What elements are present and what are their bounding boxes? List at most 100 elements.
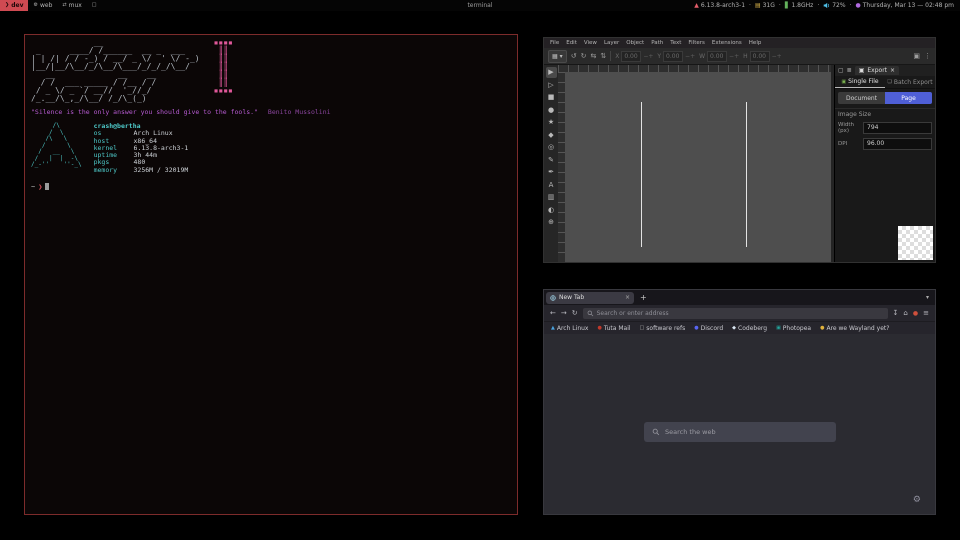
selector-tool-icon[interactable]: ▶ bbox=[546, 67, 557, 78]
pen-tool-icon[interactable]: ✒ bbox=[546, 167, 557, 178]
pencil-tool-icon[interactable]: ✎ bbox=[546, 155, 557, 166]
welcome-ascii-art: __ _ ____/ /______ __ _ ___ | | /| / / -… bbox=[31, 39, 200, 103]
inkscape-window[interactable]: File Edit View Layer Object Path Text Fi… bbox=[543, 37, 936, 263]
home-button[interactable]: ⌂ bbox=[903, 309, 907, 317]
gradient-tool-icon[interactable]: ▥ bbox=[546, 192, 557, 203]
forward-button[interactable]: → bbox=[561, 309, 567, 317]
shell-prompt[interactable]: ~❯ bbox=[31, 183, 511, 191]
menu-layer[interactable]: Layer bbox=[604, 40, 619, 46]
w-field[interactable]: W 0.00 −+ bbox=[699, 51, 739, 62]
tab-batch-export[interactable]: ❏ Batch Export bbox=[885, 76, 935, 88]
browser-window[interactable]: New Tab × + ▾ ← → ↻ Search or enter addr… bbox=[543, 289, 936, 515]
folder-icon: □ bbox=[640, 325, 645, 331]
text-tool-icon[interactable]: A bbox=[546, 180, 557, 191]
h-value[interactable]: 0.00 bbox=[750, 51, 770, 62]
tab-new-tab[interactable]: New Tab × bbox=[546, 292, 634, 304]
address-placeholder: Search or enter address bbox=[597, 310, 669, 317]
new-tab-button[interactable]: + bbox=[640, 293, 647, 302]
bookmark-are-we-wayland-yet[interactable]: ● Are we Wayland yet? bbox=[820, 325, 889, 332]
menu-extensions[interactable]: Extensions bbox=[712, 40, 742, 46]
y-field[interactable]: Y 0.00 −+ bbox=[657, 51, 695, 62]
box3d-tool-icon[interactable]: ◆ bbox=[546, 130, 557, 141]
document-button[interactable]: Document bbox=[838, 92, 885, 104]
back-button[interactable]: ← bbox=[550, 309, 556, 317]
menu-view[interactable]: View bbox=[584, 40, 597, 46]
menu-edit[interactable]: Edit bbox=[566, 40, 577, 46]
bookmark-label: Photopea bbox=[783, 325, 811, 332]
list-all-tabs-chevron[interactable]: ▾ bbox=[926, 294, 929, 301]
rectangle-tool-icon[interactable]: ■ bbox=[546, 92, 557, 103]
y-stepper[interactable]: −+ bbox=[685, 53, 695, 60]
workspace-mux[interactable]: ⇄ mux bbox=[57, 0, 86, 11]
photopea-icon: ▣ bbox=[776, 325, 781, 331]
dpi-input[interactable]: 96.00 bbox=[863, 138, 932, 150]
canvas[interactable] bbox=[565, 72, 831, 262]
ellipse-tool-icon[interactable]: ● bbox=[546, 105, 557, 116]
zoom-tool-icon[interactable]: ⊕ bbox=[546, 217, 557, 228]
menu-text[interactable]: Text bbox=[670, 40, 681, 46]
personalize-gear-icon[interactable]: ⚙ bbox=[913, 495, 921, 505]
toolbar-overflow-button[interactable]: ⋮ bbox=[924, 52, 931, 60]
menu-help[interactable]: Help bbox=[749, 40, 762, 46]
width-input[interactable]: 794 bbox=[863, 122, 932, 134]
bookmark-arch-linux[interactable]: ▲ Arch Linux bbox=[551, 325, 588, 332]
w-stepper[interactable]: −+ bbox=[729, 53, 739, 60]
dock-icon-2[interactable]: ≣ bbox=[847, 67, 852, 74]
square-icon: □ bbox=[92, 0, 97, 11]
downloads-button[interactable]: ↧ bbox=[893, 309, 899, 317]
terminal-window[interactable]: __ _ ____/ /______ __ _ ___ | | /| / / -… bbox=[24, 34, 518, 515]
menu-button[interactable]: ≡ bbox=[923, 309, 929, 317]
tab-single-file-label: Single File bbox=[848, 78, 878, 85]
y-value[interactable]: 0.00 bbox=[663, 51, 683, 62]
x-stepper[interactable]: −+ bbox=[643, 53, 653, 60]
flip-vertical-button[interactable]: ⇅ bbox=[600, 52, 606, 60]
menu-path[interactable]: Path bbox=[651, 40, 663, 46]
page-button[interactable]: Page bbox=[885, 92, 932, 104]
web-search-input[interactable]: Search the web bbox=[644, 422, 836, 442]
flip-horizontal-button[interactable]: ⇆ bbox=[590, 52, 596, 60]
adblock-extension-icon[interactable]: ● bbox=[913, 310, 918, 317]
width-row: Width (px) 794 bbox=[835, 120, 935, 136]
kernel-module: ▲ 6.13.8-arch3-1 bbox=[694, 2, 745, 9]
status-modules: ▲ 6.13.8-arch3-1 · ▤ 31G · ▋ 1.8GHz · 72… bbox=[694, 2, 960, 9]
drawn-vertical-line[interactable] bbox=[746, 102, 747, 247]
tab-close-icon[interactable]: × bbox=[625, 294, 630, 301]
bookmark-codeberg[interactable]: ◆ Codeberg bbox=[732, 325, 767, 332]
export-dialog-tab[interactable]: ▣ Export × bbox=[855, 66, 899, 75]
workspace-dev[interactable]: ❯ dev bbox=[0, 0, 28, 11]
h-stepper[interactable]: −+ bbox=[772, 53, 782, 60]
bookmark-photopea[interactable]: ▣ Photopea bbox=[776, 325, 811, 332]
snap-toggle[interactable]: ▣ bbox=[913, 52, 920, 60]
selection-mode-dropdown[interactable]: ▦ ▾ bbox=[548, 50, 567, 63]
x-field[interactable]: X 0.00 −+ bbox=[615, 51, 653, 62]
tab-single-file[interactable]: ▣ Single File bbox=[835, 76, 885, 88]
rotate-cw-button[interactable]: ↻ bbox=[581, 52, 587, 60]
menu-file[interactable]: File bbox=[550, 40, 559, 46]
dropper-tool-icon[interactable]: ◐ bbox=[546, 205, 557, 216]
disk-icon: ▤ bbox=[755, 2, 761, 9]
drawn-vertical-line[interactable] bbox=[641, 102, 642, 247]
bookmark-tuta-mail[interactable]: ● Tuta Mail bbox=[597, 325, 630, 332]
menu-object[interactable]: Object bbox=[626, 40, 644, 46]
bookmark-folder-software-refs[interactable]: □ software refs bbox=[640, 325, 686, 332]
menu-filters[interactable]: Filters bbox=[688, 40, 705, 46]
x-value[interactable]: 0.00 bbox=[621, 51, 641, 62]
fetch-label: memory bbox=[94, 167, 130, 174]
h-field[interactable]: H 0.00 −+ bbox=[743, 51, 782, 62]
close-icon[interactable]: × bbox=[890, 67, 895, 74]
node-tool-icon[interactable]: ▷ bbox=[546, 80, 557, 91]
spiral-tool-icon[interactable]: ◎ bbox=[546, 142, 557, 153]
tool-options-bar: ▦ ▾ ↺ ↻ ⇆ ⇅ X 0.00 −+ Y 0.00 −+ W 0.00 −… bbox=[544, 48, 935, 65]
address-bar[interactable]: Search or enter address bbox=[583, 308, 888, 319]
fetch-info: crash@bertha os Arch Linux host x86_64 k… bbox=[94, 123, 189, 174]
workspace-web[interactable]: ⚙ web bbox=[28, 0, 57, 11]
rotate-ccw-button[interactable]: ↺ bbox=[571, 52, 577, 60]
reload-button[interactable]: ↻ bbox=[572, 309, 578, 317]
workspace-4[interactable]: □ bbox=[87, 0, 102, 11]
arch-icon: ▲ bbox=[551, 325, 555, 331]
dock-icon-1[interactable]: ▢ bbox=[838, 67, 844, 74]
w-value[interactable]: 0.00 bbox=[707, 51, 727, 62]
bookmark-discord[interactable]: ● Discord bbox=[694, 325, 723, 332]
star-tool-icon[interactable]: ★ bbox=[546, 117, 557, 128]
cpu-value: 1.8GHz bbox=[791, 2, 813, 9]
